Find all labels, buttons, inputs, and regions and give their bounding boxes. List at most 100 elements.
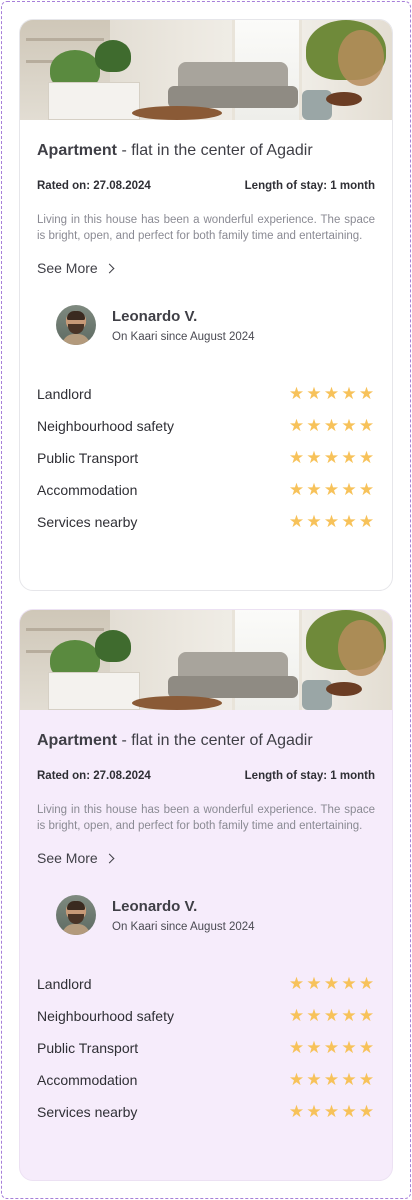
rating-label: Neighbourhood safety	[37, 1008, 174, 1024]
review-text: Living in this house has been a wonderfu…	[37, 214, 375, 242]
star-rating: ★ ★ ★ ★ ★	[288, 512, 376, 531]
star-rating: ★ ★ ★ ★ ★	[288, 1038, 376, 1057]
reviewer-info: Leonardo V. On Kaari since August 2024	[56, 895, 375, 935]
rating-row: Accommodation ★ ★ ★ ★ ★	[37, 474, 375, 506]
ratings-list: Landlord ★ ★ ★ ★ ★ Neighbourhood safety ★ ★ ★ ★…	[37, 378, 375, 538]
listing-description: - flat in the center of Agadir	[117, 142, 313, 159]
star-icon: ★	[288, 448, 305, 467]
listing-title: Apartment - flat in the center of Agadir	[37, 732, 375, 750]
reviewer-since: On Kaari since August 2024	[112, 920, 255, 933]
star-icon: ★	[323, 512, 340, 531]
see-more-button[interactable]: See More	[37, 850, 115, 866]
chevron-right-icon	[104, 263, 115, 274]
star-icon: ★	[323, 416, 340, 435]
star-icon: ★	[306, 1102, 322, 1121]
rating-label: Landlord	[37, 386, 92, 402]
star-icon: ★	[341, 416, 357, 435]
length-of-stay: Length of stay: 1 month	[244, 770, 375, 782]
star-icon: ★	[358, 384, 375, 403]
star-icon: ★	[358, 480, 375, 499]
star-icon: ★	[341, 1006, 357, 1025]
star-icon: ★	[306, 1038, 322, 1057]
avatar[interactable]	[56, 895, 96, 935]
star-icon: ★	[341, 384, 357, 403]
rating-label: Neighbourhood safety	[37, 418, 174, 434]
star-icon: ★	[358, 1102, 375, 1121]
rating-row: Landlord ★ ★ ★ ★ ★	[37, 378, 375, 410]
star-icon: ★	[341, 512, 357, 531]
star-icon: ★	[323, 1070, 340, 1089]
star-icon: ★	[288, 1070, 305, 1089]
star-icon: ★	[288, 480, 305, 499]
star-icon: ★	[358, 416, 375, 435]
star-rating: ★ ★ ★ ★ ★	[288, 1102, 376, 1121]
rating-row: Accommodation ★ ★ ★ ★ ★	[37, 1064, 375, 1096]
see-more-button[interactable]: See More	[37, 260, 115, 276]
star-icon: ★	[323, 448, 340, 467]
rating-row: Services nearby ★ ★ ★ ★ ★	[37, 506, 375, 538]
rating-row: Services nearby ★ ★ ★ ★ ★	[37, 1096, 375, 1128]
star-icon: ★	[358, 1070, 375, 1089]
star-icon: ★	[306, 416, 322, 435]
star-rating: ★ ★ ★ ★ ★	[288, 384, 376, 403]
star-icon: ★	[323, 480, 340, 499]
star-icon: ★	[323, 1006, 340, 1025]
star-icon: ★	[341, 1102, 357, 1121]
listing-type: Apartment	[37, 142, 118, 159]
star-icon: ★	[288, 1102, 305, 1121]
star-icon: ★	[358, 1006, 375, 1025]
star-icon: ★	[288, 384, 305, 403]
star-icon: ★	[323, 1038, 340, 1057]
star-rating: ★ ★ ★ ★ ★	[288, 1070, 376, 1089]
star-rating: ★ ★ ★ ★ ★	[288, 448, 376, 467]
rated-on-date: Rated on: 27.08.2024	[37, 770, 151, 782]
rating-label: Public Transport	[37, 450, 139, 466]
star-icon: ★	[358, 1038, 375, 1057]
star-icon: ★	[288, 512, 305, 531]
avatar[interactable]	[56, 305, 96, 345]
star-rating: ★ ★ ★ ★ ★	[288, 1006, 376, 1025]
see-more-label: See More	[37, 850, 98, 866]
property-photo	[20, 610, 392, 710]
chevron-right-icon	[104, 853, 115, 864]
rating-label: Public Transport	[37, 1040, 139, 1056]
star-icon: ★	[306, 1006, 322, 1025]
rating-row: Public Transport ★ ★ ★ ★ ★	[37, 442, 375, 474]
star-icon: ★	[341, 1070, 357, 1089]
listing-description: - flat in the center of Agadir	[117, 732, 313, 749]
star-icon: ★	[341, 1038, 357, 1057]
reviewer-info: Leonardo V. On Kaari since August 2024	[56, 305, 375, 345]
rating-label: Services nearby	[37, 514, 138, 530]
star-icon: ★	[306, 448, 322, 467]
reviewer-since: On Kaari since August 2024	[112, 330, 255, 343]
reviewer-name: Leonardo V.	[112, 897, 198, 915]
ratings-list: Landlord ★ ★ ★ ★ ★ Neighbourhood safety ★ ★ ★ ★…	[37, 968, 375, 1128]
star-icon: ★	[358, 448, 375, 467]
review-meta: Rated on: 27.08.2024 Length of stay: 1 m…	[37, 180, 375, 192]
rating-label: Accommodation	[37, 1072, 138, 1088]
star-icon: ★	[323, 1102, 340, 1121]
review-card-hovered[interactable]: Apartment - flat in the center of Agadir…	[19, 609, 393, 1181]
rating-row: Landlord ★ ★ ★ ★ ★	[37, 968, 375, 1000]
star-icon: ★	[306, 480, 322, 499]
star-icon: ★	[323, 384, 340, 403]
star-rating: ★ ★ ★ ★ ★	[288, 480, 376, 499]
rating-row: Neighbourhood safety ★ ★ ★ ★ ★	[37, 1000, 375, 1032]
star-icon: ★	[306, 1070, 322, 1089]
star-icon: ★	[341, 480, 357, 499]
length-of-stay: Length of stay: 1 month	[244, 180, 375, 192]
rating-label: Landlord	[37, 976, 92, 992]
reviewer-name: Leonardo V.	[112, 307, 198, 325]
star-icon: ★	[288, 1006, 305, 1025]
rating-row: Neighbourhood safety ★ ★ ★ ★ ★	[37, 410, 375, 442]
star-icon: ★	[358, 974, 375, 993]
rated-on-date: Rated on: 27.08.2024	[37, 180, 151, 192]
star-icon: ★	[288, 974, 305, 993]
star-icon: ★	[288, 1038, 305, 1057]
star-icon: ★	[306, 512, 322, 531]
star-icon: ★	[306, 974, 322, 993]
rating-row: Public Transport ★ ★ ★ ★ ★	[37, 1032, 375, 1064]
review-card[interactable]: Apartment - flat in the center of Agadir…	[19, 19, 393, 591]
listing-title: Apartment - flat in the center of Agadir	[37, 142, 375, 160]
rating-label: Services nearby	[37, 1104, 138, 1120]
